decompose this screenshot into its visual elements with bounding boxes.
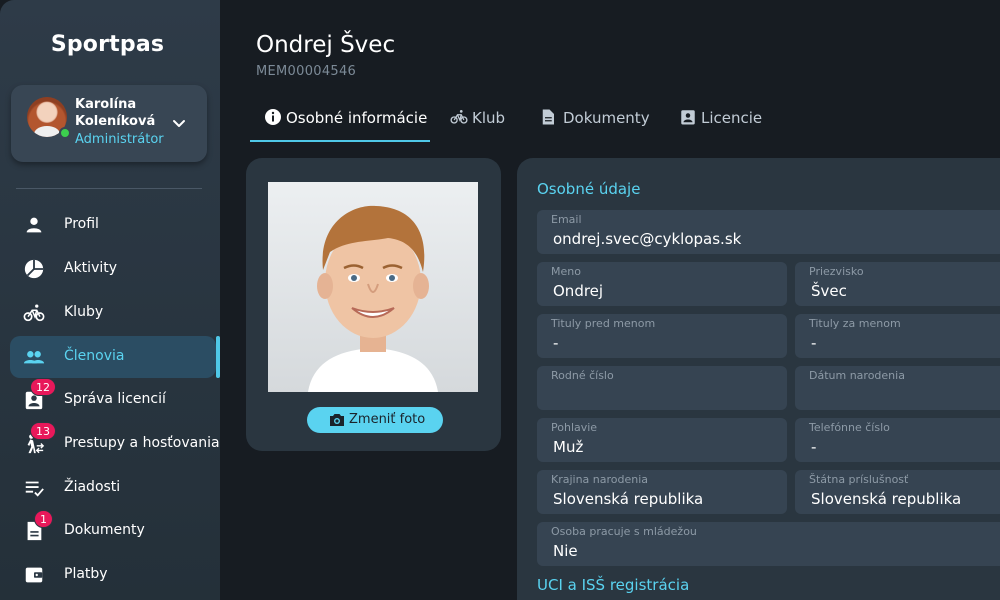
last-name-field[interactable]: Priezvisko Švec — [795, 262, 1000, 306]
checklist-icon — [25, 481, 44, 497]
sidebar-item-label: Platby — [64, 566, 108, 582]
field-value: - — [811, 334, 817, 352]
field-label: Osoba pracuje s mládežou — [551, 525, 697, 538]
field-label: Email — [551, 213, 582, 226]
tab-label: Dokumenty — [563, 109, 650, 127]
field-value: Slovenská republika — [811, 490, 962, 508]
sidebar-item-platby[interactable]: Platby — [10, 554, 216, 596]
title-after-field[interactable]: Tituly za menom - — [795, 314, 1000, 358]
sidebar-item-label: Správa licencií — [64, 391, 166, 407]
user-name: Karolína Koleníková — [75, 97, 156, 129]
member-id: MEM00004546 — [256, 64, 357, 79]
user-menu[interactable]: Karolína Koleníková Administrátor — [11, 85, 207, 162]
field-value: Ondrej — [553, 282, 604, 300]
personal-info-card: Osobné údaje Email ondrej.svec@cyklopas.… — [517, 158, 1000, 600]
page-title: Ondrej Švec — [256, 32, 396, 58]
sidebar-divider — [16, 188, 202, 189]
field-value: ondrej.svec@cyklopas.sk — [553, 230, 742, 248]
bicycle-icon — [450, 110, 468, 124]
chevron-down-icon[interactable] — [171, 115, 187, 131]
sidebar-item-label: Aktivity — [64, 260, 118, 276]
field-value: Nie — [553, 542, 578, 560]
sidebar-item-label: Kluby — [64, 304, 104, 320]
notification-badge: 12 — [30, 378, 56, 396]
notification-badge: 1 — [34, 510, 53, 528]
info-icon — [265, 109, 281, 125]
section-title-uci: UCI a ISŠ registrácia — [537, 576, 690, 594]
field-label: Tituly pred menom — [551, 317, 656, 330]
birth-country-field[interactable]: Krajina narodenia Slovenská republika — [537, 470, 787, 514]
online-status-icon — [59, 127, 71, 139]
change-photo-button[interactable]: Zmeniť foto — [307, 407, 443, 433]
photo-card: Zmeniť foto — [246, 158, 501, 451]
sidebar-item-kluby[interactable]: Kluby — [10, 292, 216, 334]
main-content: Ondrej Švec MEM00004546 Osobné informáci… — [220, 0, 1000, 600]
app-logo: Sportpas — [50, 32, 165, 57]
birth-number-field[interactable]: Rodné číslo — [537, 366, 787, 410]
sidebar-item-label: Žiadosti — [64, 479, 121, 495]
wallet-icon — [25, 567, 43, 583]
sidebar-item-ziadosti[interactable]: Žiadosti — [10, 467, 216, 509]
field-label: Rodné číslo — [551, 369, 614, 382]
sidebar-item-label: Prestupy a hosťovania — [64, 435, 220, 451]
youth-worker-field[interactable]: Osoba pracuje s mládežou Nie — [537, 522, 1000, 566]
title-before-field[interactable]: Tituly pred menom - — [537, 314, 787, 358]
bicycle-icon — [23, 304, 45, 322]
active-tab-indicator — [250, 140, 430, 142]
sidebar-item-label: Dokumenty — [64, 522, 145, 538]
notification-badge: 13 — [30, 422, 56, 440]
sidebar-item-aktivity[interactable]: Aktivity — [10, 248, 216, 290]
first-name-field[interactable]: Meno Ondrej — [537, 262, 787, 306]
tab-label: Klub — [472, 109, 506, 127]
field-value: Švec — [811, 282, 847, 300]
field-label: Pohlavie — [551, 421, 598, 434]
phone-field[interactable]: Telefónne číslo - — [795, 418, 1000, 462]
field-label: Krajina narodenia — [551, 473, 649, 486]
sidebar-item-clenovia[interactable]: Členovia — [10, 336, 220, 378]
field-value: - — [553, 334, 559, 352]
field-value: Muž — [553, 438, 584, 456]
email-field[interactable]: Email ondrej.svec@cyklopas.sk — [537, 210, 1000, 254]
people-icon — [23, 351, 45, 364]
sidebar: Sportpas Karolína Koleníková Administrát… — [0, 0, 220, 600]
field-label: Dátum narodenia — [809, 369, 905, 382]
field-value: Slovenská republika — [553, 490, 704, 508]
sidebar-item-label: Profil — [64, 216, 99, 232]
field-label: Meno — [551, 265, 581, 278]
sidebar-item-label: Členovia — [64, 348, 125, 364]
change-photo-label: Zmeniť foto — [349, 412, 426, 427]
citizenship-field[interactable]: Štátna príslušnosť Slovenská republika — [795, 470, 1000, 514]
tab-label: Osobné informácie — [286, 109, 428, 127]
id-badge-icon — [681, 110, 695, 125]
camera-icon — [330, 414, 344, 426]
birth-date-field[interactable]: Dátum narodenia — [795, 366, 1000, 410]
person-icon — [26, 217, 42, 233]
field-label: Tituly za menom — [809, 317, 901, 330]
field-label: Štátna príslušnosť — [809, 473, 909, 486]
tab-label: Licencie — [701, 109, 763, 127]
user-role: Administrátor — [75, 132, 164, 147]
document-icon — [542, 109, 554, 125]
field-label: Priezvisko — [809, 265, 864, 278]
field-value: - — [811, 438, 817, 456]
member-photo — [268, 182, 478, 392]
field-label: Telefónne číslo — [809, 421, 890, 434]
gender-field[interactable]: Pohlavie Muž — [537, 418, 787, 462]
section-title-osobne-udaje: Osobné údaje — [537, 180, 641, 198]
pie-chart-icon — [24, 259, 44, 279]
sidebar-item-profil[interactable]: Profil — [10, 204, 216, 246]
